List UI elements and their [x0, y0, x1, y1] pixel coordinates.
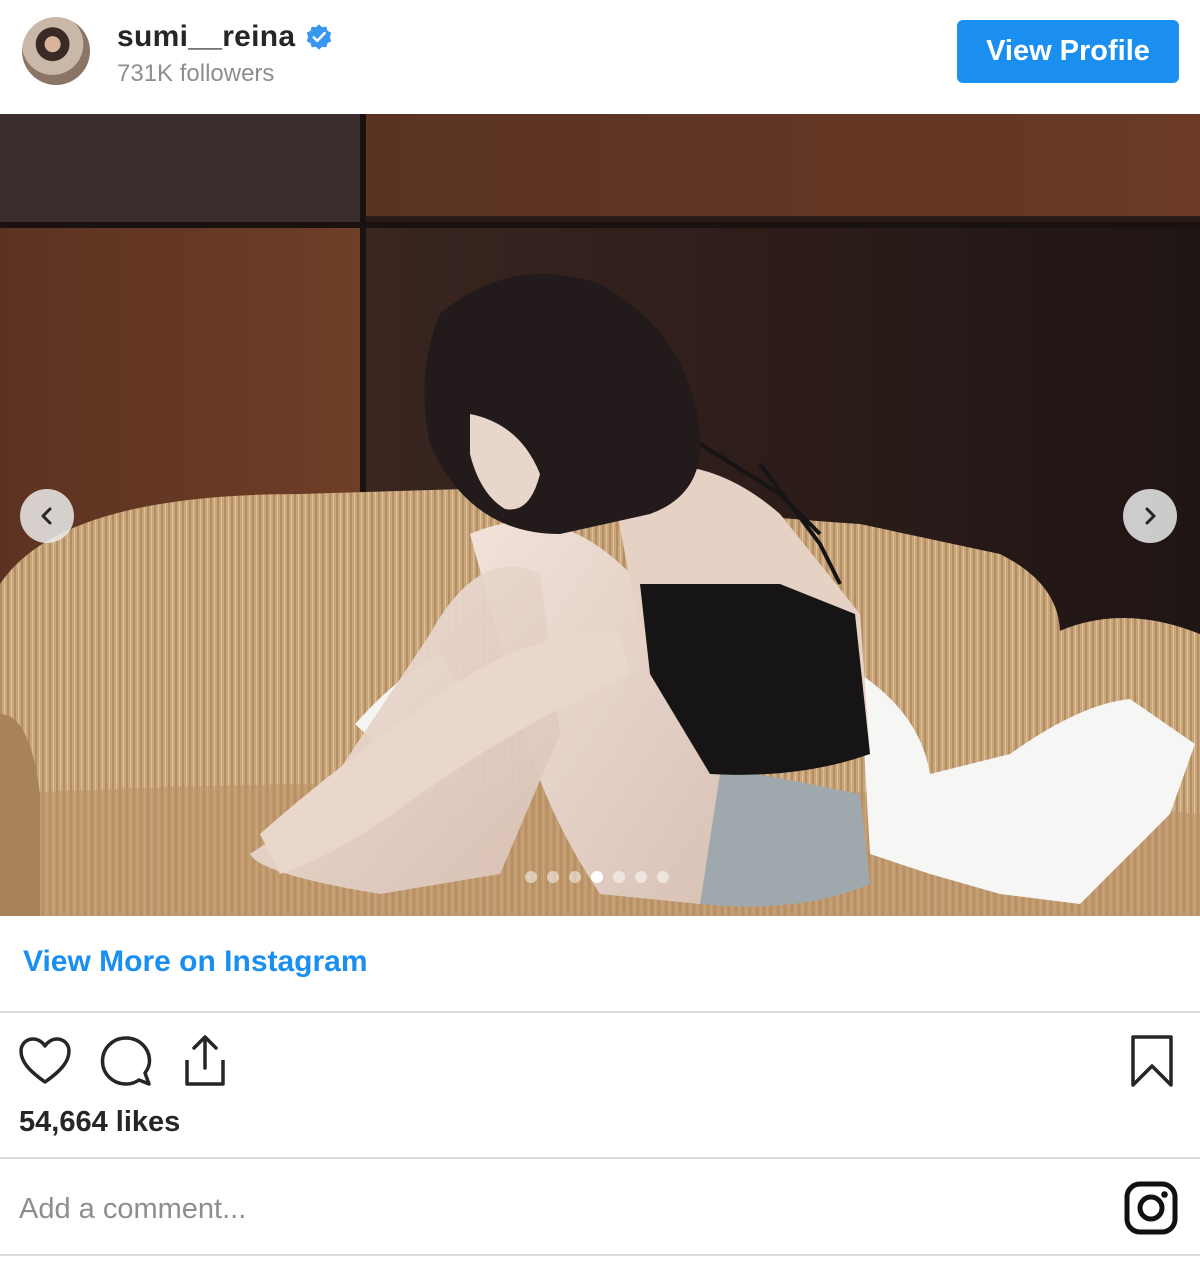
carousel-dot — [525, 871, 537, 883]
username-row: sumi__reina — [117, 20, 333, 54]
view-more-link[interactable]: View More on Instagram — [23, 945, 368, 979]
chevron-right-icon — [1145, 507, 1156, 525]
carousel-dot — [657, 871, 669, 883]
username[interactable]: sumi__reina — [117, 20, 295, 54]
like-button[interactable] — [17, 1033, 73, 1089]
post-image[interactable] — [0, 114, 1200, 916]
carousel-dot — [547, 871, 559, 883]
divider — [0, 1157, 1200, 1159]
comment-button[interactable] — [98, 1033, 154, 1089]
heart-icon — [19, 1037, 71, 1084]
post-photo — [0, 114, 1200, 916]
comment-input[interactable] — [19, 1187, 1099, 1231]
carousel-prev-button[interactable] — [20, 489, 74, 543]
share-button[interactable] — [177, 1033, 233, 1089]
carousel-dot-active — [591, 871, 603, 883]
save-button[interactable] — [1124, 1033, 1180, 1089]
verified-badge-icon — [307, 24, 332, 50]
carousel-dot — [635, 871, 647, 883]
view-profile-button[interactable]: View Profile — [957, 20, 1179, 83]
bookmark-icon — [1131, 1035, 1173, 1087]
post-header: sumi__reina 731K followers View Profile — [0, 0, 1200, 114]
comment-bubble-icon — [100, 1036, 152, 1086]
chevron-left-icon — [41, 507, 52, 525]
carousel-next-button[interactable] — [1123, 489, 1177, 543]
instagram-logo-icon[interactable] — [1123, 1180, 1179, 1236]
divider — [0, 1011, 1200, 1013]
avatar[interactable] — [22, 17, 90, 85]
carousel-dot — [569, 871, 581, 883]
like-count: 54,664 likes — [19, 1106, 181, 1138]
share-icon — [185, 1035, 225, 1086]
follower-count: 731K followers — [117, 60, 275, 87]
carousel-indicator — [525, 871, 669, 883]
divider — [0, 1254, 1200, 1256]
carousel-dot — [613, 871, 625, 883]
